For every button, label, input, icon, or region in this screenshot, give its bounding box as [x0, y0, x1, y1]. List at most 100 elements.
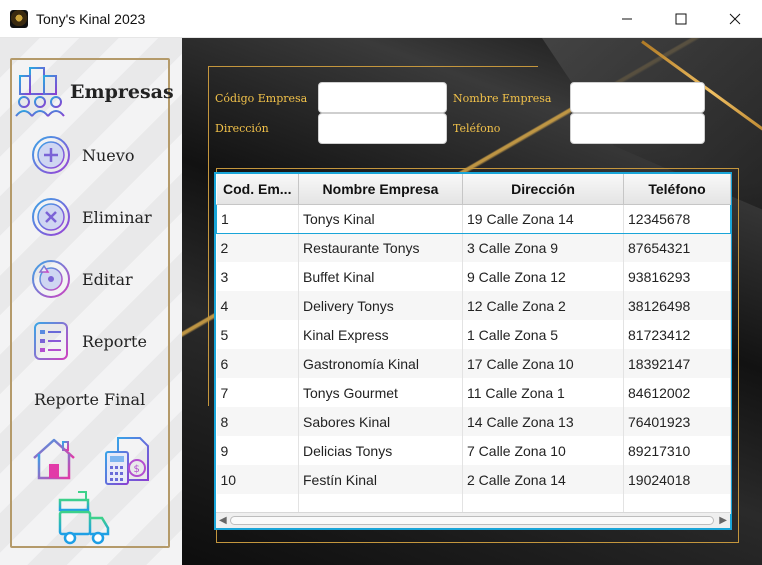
- scroll-left-icon[interactable]: ◀: [219, 515, 227, 526]
- svg-text:$: $: [134, 464, 140, 475]
- table-row[interactable]: 4 Delivery Tonys 12 Calle Zona 2 38126498: [216, 291, 731, 320]
- minimize-button[interactable]: [600, 0, 654, 38]
- report-button-label: Reporte: [82, 331, 147, 351]
- cell-address[interactable]: 17 Calle Zona 10: [462, 349, 624, 378]
- cell-name[interactable]: Tonys Kinal: [298, 203, 463, 234]
- cell-phone[interactable]: 87654321: [623, 233, 731, 262]
- cell-address[interactable]: 14 Calle Zona 13: [462, 407, 624, 436]
- delivery-button[interactable]: [56, 490, 112, 553]
- empty-cell: [462, 494, 624, 514]
- report-button[interactable]: Reporte: [30, 320, 147, 362]
- table-row[interactable]: 8 Sabores Kinal 14 Calle Zona 13 76401923: [216, 407, 731, 436]
- cell-name[interactable]: Gastronomía Kinal: [298, 349, 463, 378]
- maximize-icon: [675, 13, 687, 25]
- column-header-name[interactable]: Nombre Empresa: [298, 174, 463, 205]
- column-header-code[interactable]: Cod. Em...: [216, 174, 299, 205]
- cell-code[interactable]: 6: [216, 349, 299, 378]
- add-icon: [32, 136, 70, 174]
- edit-button[interactable]: Editar: [30, 258, 133, 300]
- table-row[interactable]: 3 Buffet Kinal 9 Calle Zona 12 93816293: [216, 262, 731, 291]
- new-button[interactable]: Nuevo: [30, 134, 134, 176]
- delete-icon: [32, 198, 70, 236]
- cell-code[interactable]: 2: [216, 233, 299, 262]
- cell-phone[interactable]: 76401923: [623, 407, 731, 436]
- column-header-address[interactable]: Dirección: [462, 174, 624, 205]
- cell-phone[interactable]: 93816293: [623, 262, 731, 291]
- cell-address[interactable]: 11 Calle Zona 1: [462, 378, 624, 407]
- empty-row: [216, 494, 731, 514]
- cell-phone[interactable]: 81723412: [623, 320, 731, 349]
- edit-icon: [32, 260, 70, 298]
- companies-icon: [15, 67, 65, 117]
- cell-address[interactable]: 9 Calle Zona 12: [462, 262, 624, 291]
- edit-button-label: Editar: [82, 269, 133, 289]
- cell-code[interactable]: 10: [216, 465, 299, 494]
- cell-address[interactable]: 2 Calle Zona 14: [462, 465, 624, 494]
- cell-address[interactable]: 3 Calle Zona 9: [462, 233, 624, 262]
- cell-code[interactable]: 9: [216, 436, 299, 465]
- cell-name[interactable]: Delivery Tonys: [298, 291, 463, 320]
- sidebar-title: Empresas: [70, 81, 174, 103]
- delete-button[interactable]: Eliminar: [30, 196, 152, 238]
- table-row[interactable]: 9 Delicias Tonys 7 Calle Zona 10 89217310: [216, 436, 731, 465]
- cell-phone[interactable]: 89217310: [623, 436, 731, 465]
- calculator-money-icon: $: [105, 437, 149, 485]
- maximize-button[interactable]: [654, 0, 708, 38]
- table-row[interactable]: 2 Restaurante Tonys 3 Calle Zona 9 87654321: [216, 233, 731, 262]
- phone-input[interactable]: [570, 113, 705, 144]
- cell-name[interactable]: Tonys Gourmet: [298, 378, 463, 407]
- payroll-button[interactable]: $: [104, 436, 152, 491]
- home-icon: [33, 438, 75, 480]
- cell-code[interactable]: 5: [216, 320, 299, 349]
- title-bar: Tony's Kinal 2023: [0, 0, 762, 38]
- cell-phone[interactable]: 38126498: [623, 291, 731, 320]
- cell-code[interactable]: 3: [216, 262, 299, 291]
- cell-name[interactable]: Delicias Tonys: [298, 436, 463, 465]
- cell-name[interactable]: Restaurante Tonys: [298, 233, 463, 262]
- name-input[interactable]: [570, 82, 705, 113]
- cell-phone[interactable]: 19024018: [623, 465, 731, 494]
- final-report-button[interactable]: Reporte Final: [34, 390, 145, 409]
- cell-name[interactable]: Sabores Kinal: [298, 407, 463, 436]
- cell-code[interactable]: 8: [216, 407, 299, 436]
- table-row[interactable]: 5 Kinal Express 1 Calle Zona 5 81723412: [216, 320, 731, 349]
- window-title: Tony's Kinal 2023: [36, 10, 146, 27]
- table-row[interactable]: 7 Tonys Gourmet 11 Calle Zona 1 84612002: [216, 378, 731, 407]
- table-row[interactable]: 6 Gastronomía Kinal 17 Calle Zona 10 183921…: [216, 349, 731, 378]
- companies-table[interactable]: Cod. Em... Nombre Empresa Dirección Telé…: [214, 172, 732, 530]
- address-input[interactable]: [318, 113, 447, 144]
- minimize-icon: [622, 18, 632, 20]
- column-header-phone[interactable]: Teléfono: [623, 174, 731, 205]
- table-row[interactable]: 10 Festín Kinal 2 Calle Zona 14 19024018: [216, 465, 731, 494]
- cell-address[interactable]: 12 Calle Zona 2: [462, 291, 624, 320]
- name-label: Nombre Empresa: [453, 92, 552, 105]
- cell-address[interactable]: 19 Calle Zona 14: [462, 203, 624, 234]
- cell-name[interactable]: Buffet Kinal: [298, 262, 463, 291]
- cell-phone[interactable]: 18392147: [623, 349, 731, 378]
- cell-phone[interactable]: 84612002: [623, 378, 731, 407]
- report-icon: [34, 322, 68, 360]
- code-input[interactable]: [318, 82, 447, 113]
- app-logo-icon: [10, 9, 28, 28]
- cell-address[interactable]: 1 Calle Zona 5: [462, 320, 624, 349]
- scrollbar-thumb[interactable]: [230, 516, 714, 525]
- cell-code[interactable]: 7: [216, 378, 299, 407]
- empty-cell: [623, 494, 731, 514]
- scroll-right-icon[interactable]: ▶: [719, 515, 727, 526]
- new-button-label: Nuevo: [82, 145, 135, 165]
- table-header-row: Cod. Em... Nombre Empresa Dirección Telé…: [216, 174, 731, 205]
- sidebar-header: Empresas: [14, 66, 174, 118]
- cell-name[interactable]: Festín Kinal: [298, 465, 463, 494]
- close-icon: [729, 13, 741, 25]
- close-button[interactable]: [708, 0, 762, 38]
- cell-name[interactable]: Kinal Express: [298, 320, 463, 349]
- home-button[interactable]: [30, 436, 78, 487]
- horizontal-scrollbar[interactable]: ◀ ▶: [216, 512, 730, 528]
- empty-cell: [216, 494, 299, 514]
- cell-phone[interactable]: 12345678: [623, 203, 731, 234]
- cell-code[interactable]: 4: [216, 291, 299, 320]
- cell-code[interactable]: 1: [216, 203, 299, 234]
- cell-address[interactable]: 7 Calle Zona 10: [462, 436, 624, 465]
- table-row[interactable]: 1 Tonys Kinal 19 Calle Zona 14 12345678: [216, 203, 731, 234]
- main-area: Código Empresa Nombre Empresa Dirección …: [182, 38, 762, 565]
